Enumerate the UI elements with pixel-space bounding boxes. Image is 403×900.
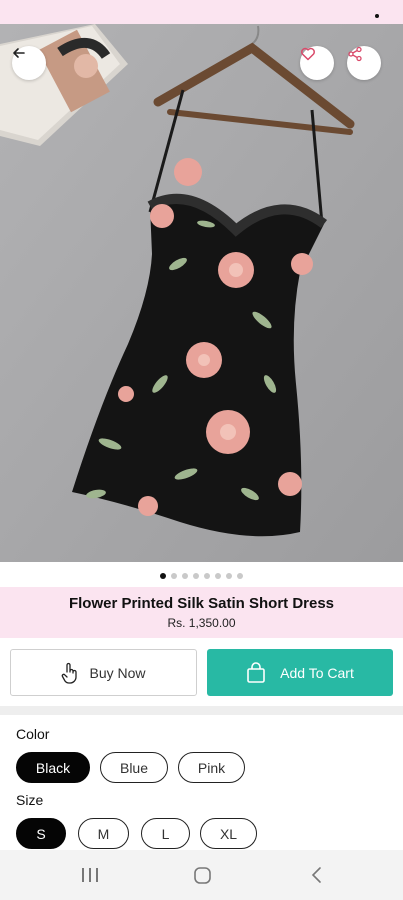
status-bar xyxy=(0,0,403,24)
pager-dot[interactable] xyxy=(226,573,232,579)
pager-dot[interactable] xyxy=(215,573,221,579)
section-divider xyxy=(0,706,403,715)
pager-dot[interactable] xyxy=(204,573,210,579)
size-option-l[interactable]: L xyxy=(141,818,190,849)
status-indicator-dot xyxy=(375,14,379,18)
buy-now-label: Buy Now xyxy=(89,664,146,681)
favorite-button[interactable] xyxy=(300,46,334,80)
pager-dot[interactable] xyxy=(193,573,199,579)
product-photo xyxy=(0,24,403,562)
color-option-black[interactable]: Black xyxy=(16,752,90,783)
color-option-pink[interactable]: Pink xyxy=(178,752,245,783)
size-option-xl[interactable]: XL xyxy=(200,818,257,849)
add-to-cart-button[interactable]: Add To Cart xyxy=(207,649,393,696)
share-button[interactable] xyxy=(347,46,381,80)
system-back-icon[interactable] xyxy=(311,867,321,883)
pager-dot[interactable] xyxy=(160,573,166,579)
back-arrow-icon xyxy=(13,48,25,58)
back-button[interactable] xyxy=(12,46,46,80)
hand-pointer-icon xyxy=(62,662,78,684)
color-label: Color xyxy=(16,726,50,742)
add-to-cart-label: Add To Cart xyxy=(280,664,354,681)
shopping-bag-icon xyxy=(247,661,265,683)
system-nav-bar xyxy=(0,850,403,900)
size-option-s[interactable]: S xyxy=(16,818,66,849)
share-icon xyxy=(348,46,362,62)
home-icon[interactable] xyxy=(194,867,211,884)
color-option-blue[interactable]: Blue xyxy=(100,752,168,783)
size-label: Size xyxy=(16,792,44,808)
product-image[interactable] xyxy=(0,24,403,562)
pager-dot[interactable] xyxy=(171,573,177,579)
recent-apps-icon[interactable] xyxy=(82,868,98,882)
pager-dot[interactable] xyxy=(182,573,188,579)
product-info: Flower Printed Silk Satin Short Dress Rs… xyxy=(0,587,403,638)
product-title: Flower Printed Silk Satin Short Dress xyxy=(68,595,335,612)
heart-icon xyxy=(301,47,315,61)
size-option-m[interactable]: M xyxy=(78,818,129,849)
image-pager xyxy=(0,573,403,579)
buy-now-button[interactable]: Buy Now xyxy=(10,649,197,696)
pager-dot[interactable] xyxy=(237,573,243,579)
product-price: Rs. 1,350.00 xyxy=(167,616,236,630)
